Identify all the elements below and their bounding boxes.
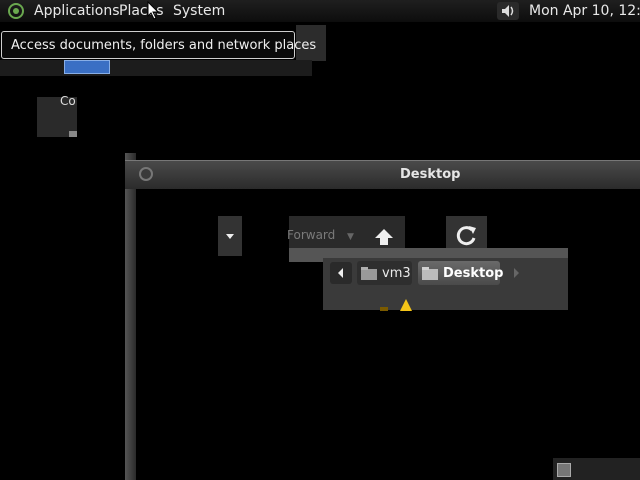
chevron-right-icon (514, 268, 519, 278)
pathbar-label: Desktop (443, 265, 504, 281)
window-title: Desktop (400, 167, 461, 182)
pathbar-item-desktop[interactable]: Desktop (418, 261, 504, 285)
system-menu[interactable]: System (173, 3, 225, 19)
chevron-left-icon (338, 268, 343, 278)
home-folder-icon (361, 267, 377, 280)
chevron-down-icon (226, 234, 234, 239)
chevron-down-icon[interactable]: ▼ (347, 232, 354, 242)
up-arrow-icon[interactable] (373, 226, 395, 248)
applications-menu[interactable]: Applications (34, 3, 120, 19)
mouse-pointer-icon (147, 1, 159, 20)
back-dropdown-button[interactable] (218, 216, 242, 256)
gnome-foot-icon[interactable] (7, 2, 25, 20)
file-icon-fragment (380, 299, 412, 311)
pathbar-label: vm3 (382, 265, 411, 281)
icon-corner (69, 131, 77, 137)
clock[interactable]: Mon Apr 10, 12:21 (529, 3, 640, 19)
pathbar-scroll-right[interactable] (506, 262, 526, 284)
places-tooltip: Access documents, folders and network pl… (1, 31, 316, 59)
workspace-1[interactable] (557, 463, 571, 477)
pathbar-item-vm3[interactable]: vm3 (357, 261, 412, 285)
file-manager-window (125, 153, 640, 480)
close-icon[interactable] (139, 167, 153, 181)
window-titlebar[interactable]: Desktop (125, 160, 640, 189)
selected-tile (64, 60, 110, 74)
pathbar-scroll-left[interactable] (330, 262, 352, 284)
menu-shadow-lower (0, 60, 312, 76)
window-frame-left (125, 153, 136, 480)
folder-icon (422, 267, 438, 280)
top-panel: Applications Places System Mon Apr 10, 1… (0, 0, 640, 22)
desktop-icon-label: Co (60, 94, 76, 108)
speaker-icon[interactable] (497, 2, 519, 20)
forward-label: Forward (287, 228, 336, 242)
